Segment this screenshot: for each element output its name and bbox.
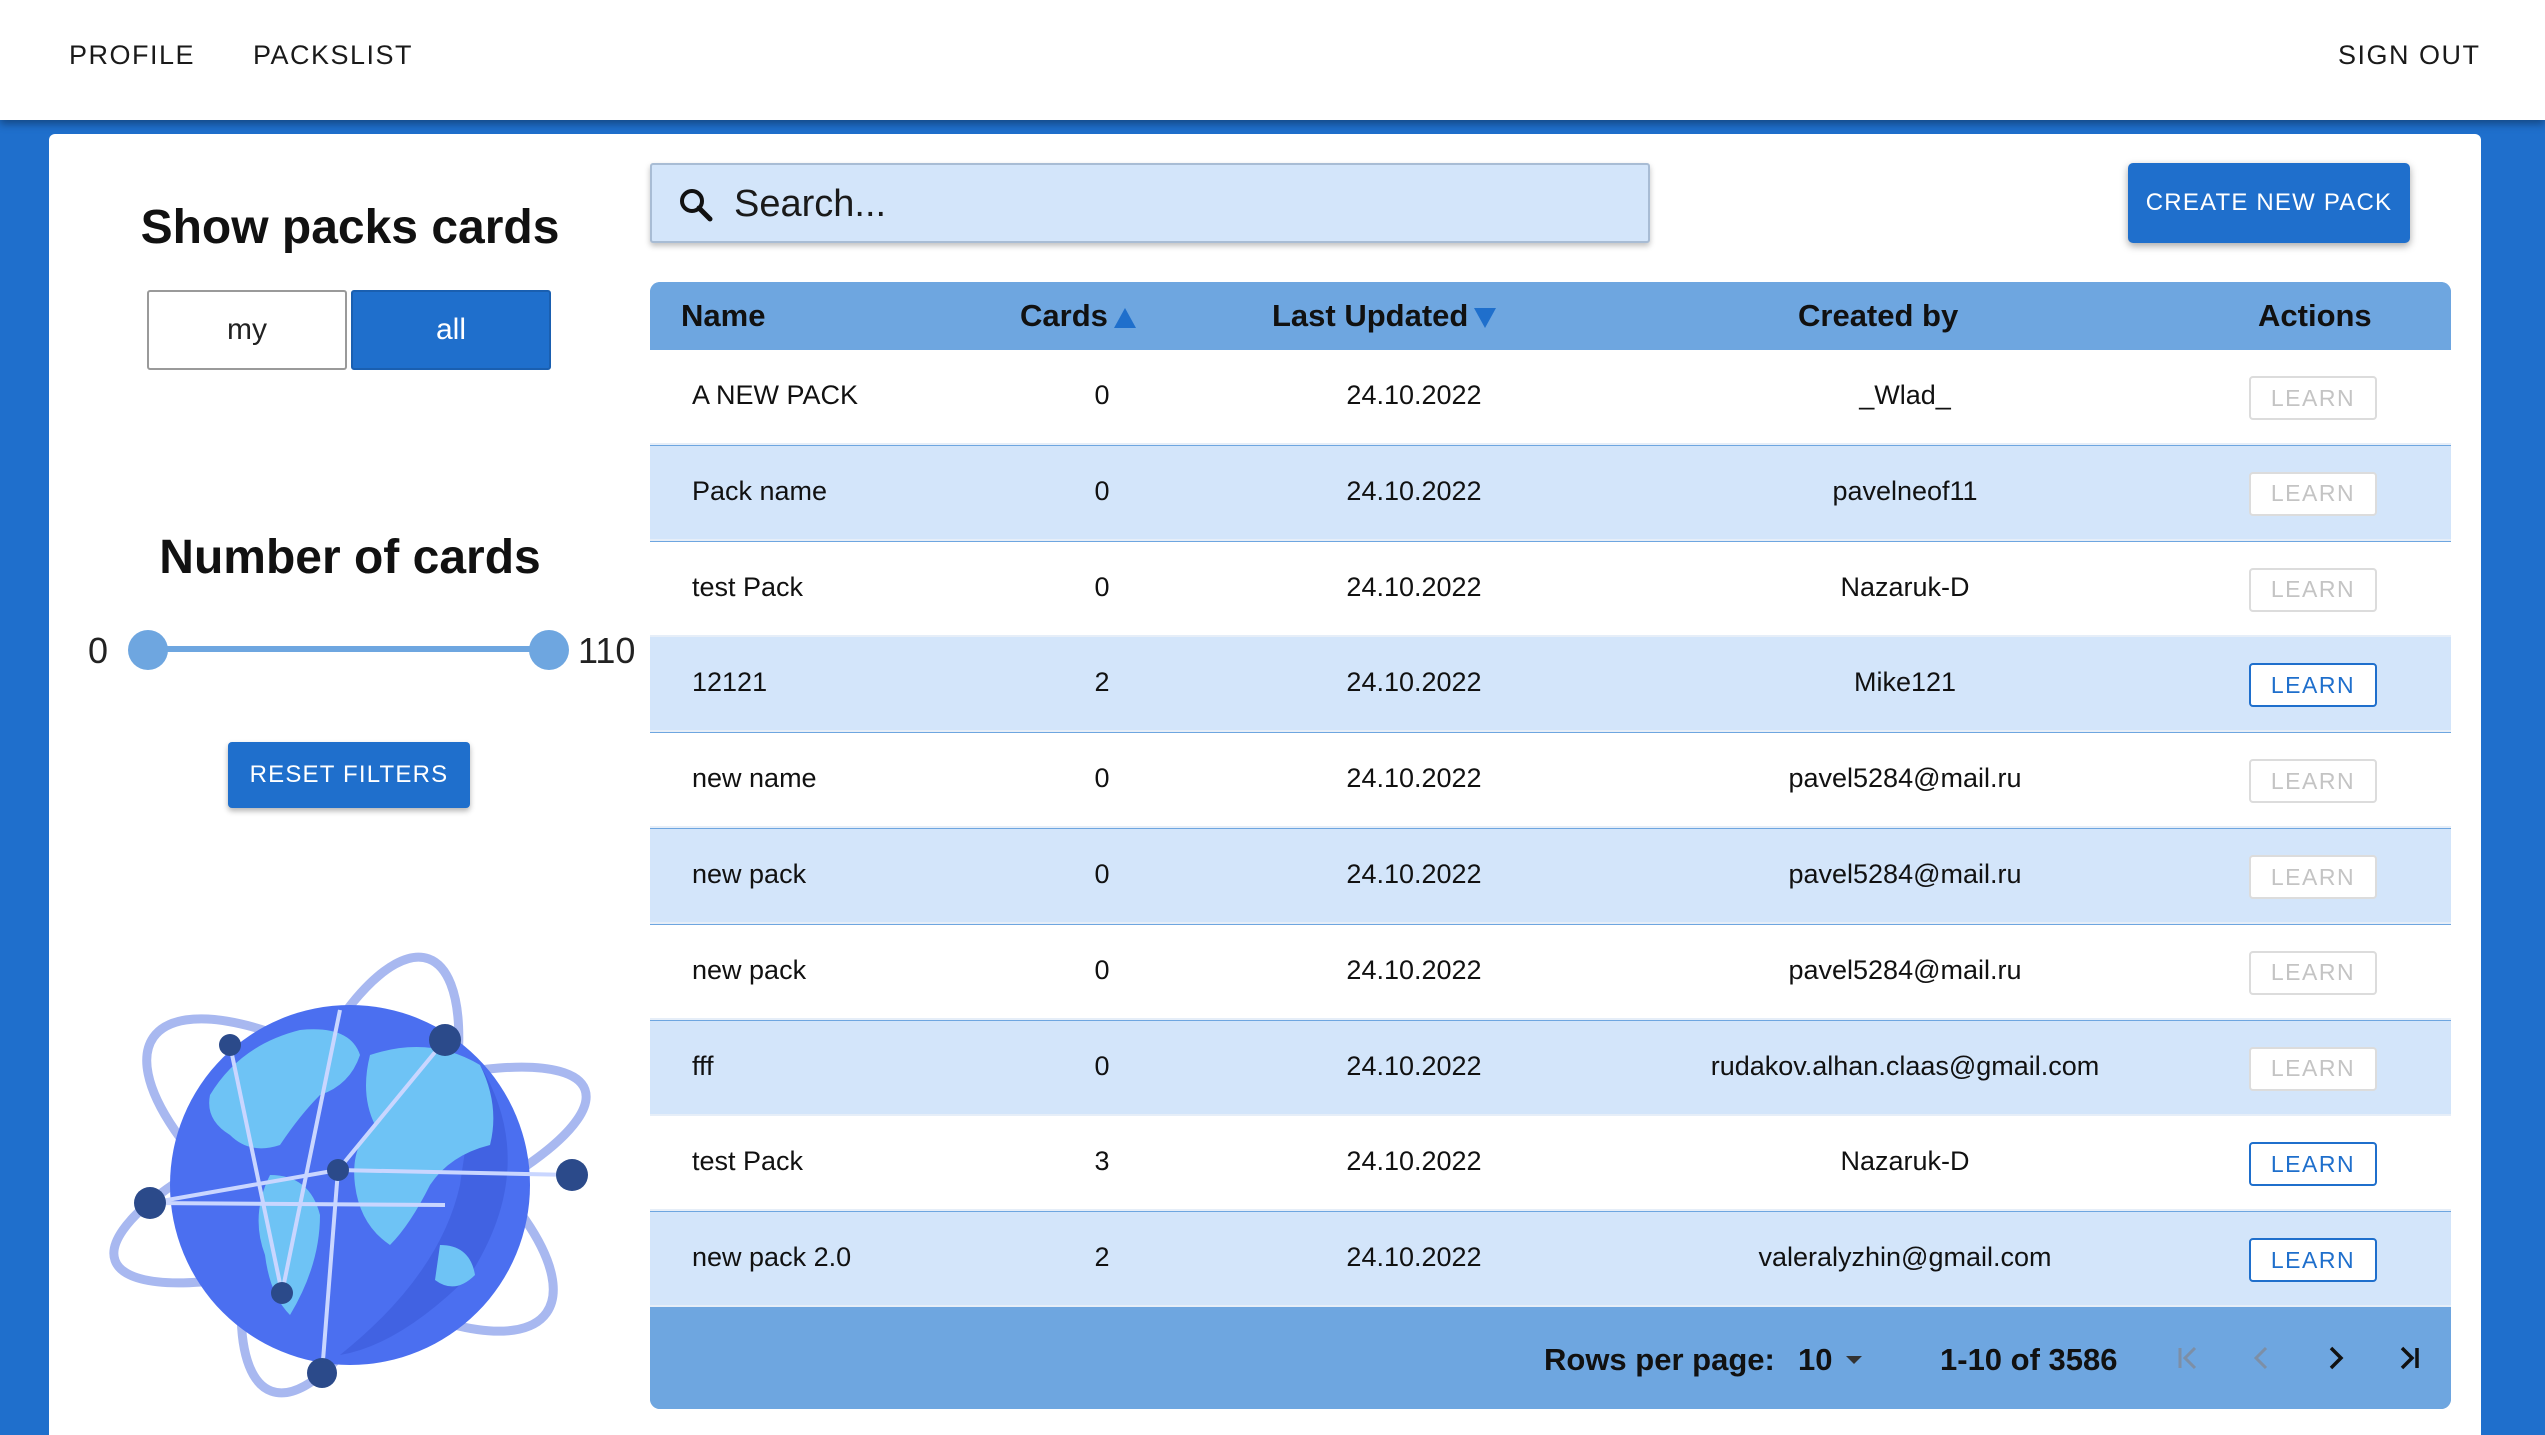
- cell-cards: 2: [1094, 667, 1110, 698]
- cell-cards: 0: [1094, 475, 1110, 506]
- cell-name: test Pack: [692, 571, 804, 602]
- cell-created-by: pavel5284@mail.ru: [1788, 763, 2022, 794]
- cell-name: A NEW PACK: [692, 380, 859, 410]
- cell-name: 12121: [692, 667, 768, 698]
- table-row: new pack 0 24.10.2022 pavel5284@mail.ru LEAR…: [650, 924, 2451, 1020]
- rows-per-page-label: Rows per page:: [1544, 1342, 1775, 1377]
- nav-packslist-link[interactable]: PACKSLIST: [253, 40, 413, 71]
- slider-min-value: 0: [88, 630, 109, 671]
- learn-button[interactable]: LEARN: [2249, 950, 2377, 995]
- cell-cards: 0: [1094, 380, 1110, 410]
- table-row: new pack 0 24.10.2022 pavel5284@mail.ru LEAR…: [650, 829, 2451, 924]
- header-cards[interactable]: Cards: [1020, 298, 1136, 334]
- sign-out-link[interactable]: SIGN OUT: [2338, 40, 2481, 71]
- show-packs-title: Show packs cards: [140, 201, 560, 254]
- header-name[interactable]: Name: [681, 298, 765, 334]
- cell-name: fff: [692, 1050, 714, 1081]
- top-nav-bar: PROFILE PACKSLIST SIGN OUT: [0, 0, 2545, 120]
- learn-button[interactable]: LEARN: [2249, 663, 2377, 708]
- search-input[interactable]: [734, 177, 1614, 231]
- learn-button[interactable]: LEARN: [2249, 376, 2377, 420]
- first-page-icon[interactable]: [2169, 1338, 2209, 1378]
- cell-name: new pack: [692, 954, 807, 985]
- learn-button[interactable]: LEARN: [2249, 855, 2377, 899]
- cell-created-by: Mike121: [1853, 667, 1957, 698]
- table-row: new pack 2.0 2 24.10.2022 valeralyzhin@gmai…: [650, 1212, 2451, 1308]
- header-cards-label: Cards: [1020, 298, 1108, 333]
- cell-last-updated: 24.10.2022: [1346, 380, 1482, 410]
- cell-created-by: valeralyzhin@gmail.com: [1758, 1242, 2052, 1273]
- reset-filters-button[interactable]: RESET FILTERS: [228, 742, 470, 808]
- cell-cards: 0: [1094, 1050, 1110, 1081]
- header-actions: Actions: [2258, 298, 2372, 333]
- cell-created-by: Nazaruk-D: [1840, 1146, 1970, 1177]
- learn-button[interactable]: LEARN: [2249, 471, 2377, 516]
- cell-cards: 0: [1094, 763, 1110, 794]
- cell-last-updated: 24.10.2022: [1346, 667, 1482, 698]
- cell-last-updated: 24.10.2022: [1346, 859, 1482, 889]
- cell-name: test Pack: [692, 1146, 804, 1177]
- cell-created-by: pavel5284@mail.ru: [1788, 859, 2022, 889]
- header-created-by: Created by: [1798, 298, 1959, 333]
- cell-created-by: _Wlad_: [1859, 380, 1951, 410]
- cell-name: new pack: [692, 859, 807, 889]
- last-page-icon[interactable]: [2388, 1338, 2428, 1378]
- create-new-pack-button[interactable]: CREATE NEW PACK: [2128, 163, 2410, 243]
- table-row: A NEW PACK 0 24.10.2022 _Wlad_ LEARN: [650, 350, 2451, 445]
- packs-table: Name Cards Last Updated Created by Actio…: [650, 282, 2451, 1409]
- prev-page-icon[interactable]: [2242, 1338, 2282, 1378]
- cards-range-slider-track[interactable]: [148, 646, 550, 652]
- table-header: Name Cards Last Updated Created by Actio…: [650, 282, 2451, 350]
- learn-button[interactable]: LEARN: [2249, 759, 2377, 804]
- cell-last-updated: 24.10.2022: [1346, 571, 1482, 602]
- header-last-updated-label: Last Updated: [1272, 298, 1469, 333]
- learn-button[interactable]: LEARN: [2249, 1142, 2377, 1187]
- filter-all-button[interactable]: all: [351, 290, 551, 370]
- learn-button[interactable]: LEARN: [2249, 1238, 2377, 1283]
- cell-cards: 0: [1094, 859, 1110, 889]
- cell-name: Pack name: [692, 475, 828, 506]
- cell-last-updated: 24.10.2022: [1346, 954, 1482, 985]
- table-row: test Pack 3 24.10.2022 Nazaruk-D LEARN: [650, 1116, 2451, 1212]
- cell-name: new pack 2.0: [692, 1242, 852, 1273]
- rows-per-page-select[interactable]: 10: [1798, 1342, 1832, 1378]
- table-pagination: Rows per page: 10 1-10 of 3586: [650, 1308, 2451, 1409]
- cell-cards: 0: [1094, 954, 1110, 985]
- table-row: fff 0 24.10.2022 rudakov.alhan.claas@gmail.…: [650, 1020, 2451, 1116]
- cell-cards: 0: [1094, 571, 1110, 602]
- cell-name: new name: [692, 763, 817, 794]
- cell-last-updated: 24.10.2022: [1346, 1146, 1482, 1177]
- table-row: 12121 2 24.10.2022 Mike121 LEARN: [650, 637, 2451, 733]
- chevron-down-icon[interactable]: [1846, 1356, 1862, 1364]
- pagination-range: 1-10 of 3586: [1940, 1342, 2118, 1377]
- table-row: Pack name 0 24.10.2022 pavelneof11 LEARN: [650, 445, 2451, 541]
- cell-created-by: rudakov.alhan.claas@gmail.com: [1710, 1050, 2100, 1081]
- cell-created-by: pavelneof11: [1832, 475, 1978, 506]
- number-of-cards-title: Number of cards: [159, 531, 541, 584]
- next-page-icon[interactable]: [2315, 1338, 2355, 1378]
- slider-max-value: 110: [578, 630, 636, 671]
- slider-min-thumb[interactable]: [128, 630, 168, 670]
- sort-asc-icon[interactable]: [1113, 307, 1136, 328]
- cell-created-by: pavel5284@mail.ru: [1788, 954, 2022, 985]
- cell-last-updated: 24.10.2022: [1346, 1242, 1482, 1273]
- sort-desc-icon[interactable]: [1474, 307, 1497, 328]
- learn-button[interactable]: LEARN: [2249, 1046, 2377, 1091]
- cell-cards: 2: [1094, 1242, 1110, 1273]
- cell-created-by: Nazaruk-D: [1840, 571, 1970, 602]
- learn-button[interactable]: LEARN: [2249, 567, 2377, 612]
- globe-illustration: [109, 952, 591, 1398]
- cell-last-updated: 24.10.2022: [1346, 763, 1482, 794]
- table-row: test Pack 0 24.10.2022 Nazaruk-D LEARN: [650, 541, 2451, 637]
- table-row: new name 0 24.10.2022 pavel5284@mail.ru LEAR…: [650, 733, 2451, 829]
- slider-max-thumb[interactable]: [529, 630, 569, 670]
- header-last-updated[interactable]: Last Updated: [1272, 298, 1497, 334]
- nav-profile-link[interactable]: PROFILE: [69, 40, 195, 71]
- search-icon: [680, 189, 713, 222]
- filter-my-button[interactable]: my: [147, 290, 347, 370]
- cell-last-updated: 24.10.2022: [1346, 1050, 1482, 1081]
- search-box: [650, 163, 1650, 243]
- cell-last-updated: 24.10.2022: [1346, 475, 1482, 506]
- cell-cards: 3: [1094, 1146, 1110, 1177]
